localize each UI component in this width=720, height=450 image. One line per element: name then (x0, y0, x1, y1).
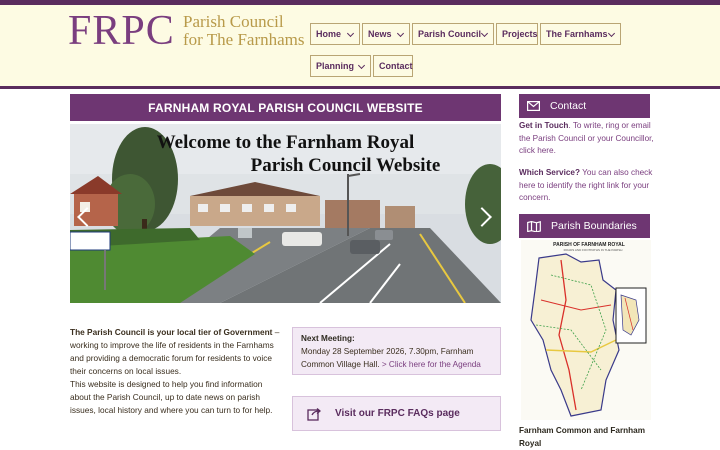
header-divider (0, 86, 720, 89)
page-title: FARNHAM ROYAL PARISH COUNCIL WEBSITE (148, 100, 423, 115)
logo-line-1: Parish Council (183, 12, 284, 31)
chevron-down-icon (357, 61, 366, 70)
nav-home-label: Home (316, 29, 342, 39)
get-in-touch-text[interactable]: Get in Touch. To write, ring or email th… (519, 120, 654, 158)
parish-map[interactable]: PARISH OF FARNHAM ROYAL ROADS AND FOOTPA… (521, 240, 651, 420)
intro-text: The Parish Council is your local tier of… (70, 326, 282, 417)
nav-projects[interactable]: Projects (496, 23, 538, 45)
page-title-banner: FARNHAM ROYAL PARISH COUNCIL WEBSITE (70, 94, 501, 121)
contact-header: Contact (519, 94, 650, 118)
which-service-text[interactable]: Which Service? You can also check here t… (519, 167, 654, 205)
share-icon (307, 407, 321, 421)
logo-abbr[interactable]: FRPC (68, 8, 175, 54)
chevron-down-icon (396, 29, 405, 38)
nav-news[interactable]: News (362, 23, 410, 45)
slide-heading-line-1: Welcome to the Farnham Royal (156, 132, 415, 153)
chevron-down-icon (346, 29, 355, 38)
nav-parish-council[interactable]: Parish Council (412, 23, 494, 45)
parish-map-drawing: PARISH OF FARNHAM ROYAL ROADS AND FOOTPA… (530, 242, 647, 417)
faq-link-box[interactable]: Visit our FRPC FAQs page (292, 396, 501, 431)
parish-boundaries-header: Parish Boundaries (519, 214, 650, 238)
logo-line-2: for The Farnhams (183, 30, 305, 49)
nav-the-farnhams-label: The Farnhams (546, 29, 608, 39)
get-in-touch-bold: Get in Touch (519, 121, 569, 130)
nav-contact-label: Contact (379, 61, 413, 71)
map-icon (527, 220, 541, 232)
next-meeting-label: Next Meeting: (301, 334, 355, 343)
parish-boundaries-title: Parish Boundaries (551, 220, 637, 232)
faq-label: Visit our FRPC FAQs page (335, 408, 460, 419)
agenda-link[interactable]: > Click here for the Agenda (382, 360, 481, 369)
nav-home[interactable]: Home (310, 23, 360, 45)
next-meeting-box: Next Meeting: Monday 28 September 2026, … (292, 327, 501, 375)
hero-slider: Welcome to the Farnham Royal Parish Coun… (70, 124, 501, 303)
nav-news-label: News (368, 29, 392, 39)
chevron-down-icon (480, 29, 489, 38)
chevron-down-icon (607, 29, 616, 38)
map-caption: Farnham Common and Farnham Royal (519, 426, 646, 448)
map-subtitle: ROADS AND FOOTPATHS IN THE PARISH (564, 248, 623, 252)
contact-title: Contact (550, 100, 587, 112)
nav-projects-label: Projects (502, 29, 538, 39)
nav-planning[interactable]: Planning (310, 55, 371, 77)
nav-parish-council-label: Parish Council (418, 29, 482, 39)
intro-bold: The Parish Council is your local tier of… (70, 327, 273, 337)
logo-subtitle[interactable]: Parish Council for The Farnhams (183, 13, 305, 49)
nav-contact[interactable]: Contact (373, 55, 413, 77)
envelope-icon (527, 101, 540, 111)
nav-planning-label: Planning (316, 61, 354, 71)
which-service-bold: Which Service? (519, 168, 580, 177)
nav-the-farnhams[interactable]: The Farnhams (540, 23, 621, 45)
slide-heading-line-2: Parish Council Website (250, 155, 441, 176)
intro-paragraph-2: This website is designed to help you fin… (70, 379, 273, 415)
